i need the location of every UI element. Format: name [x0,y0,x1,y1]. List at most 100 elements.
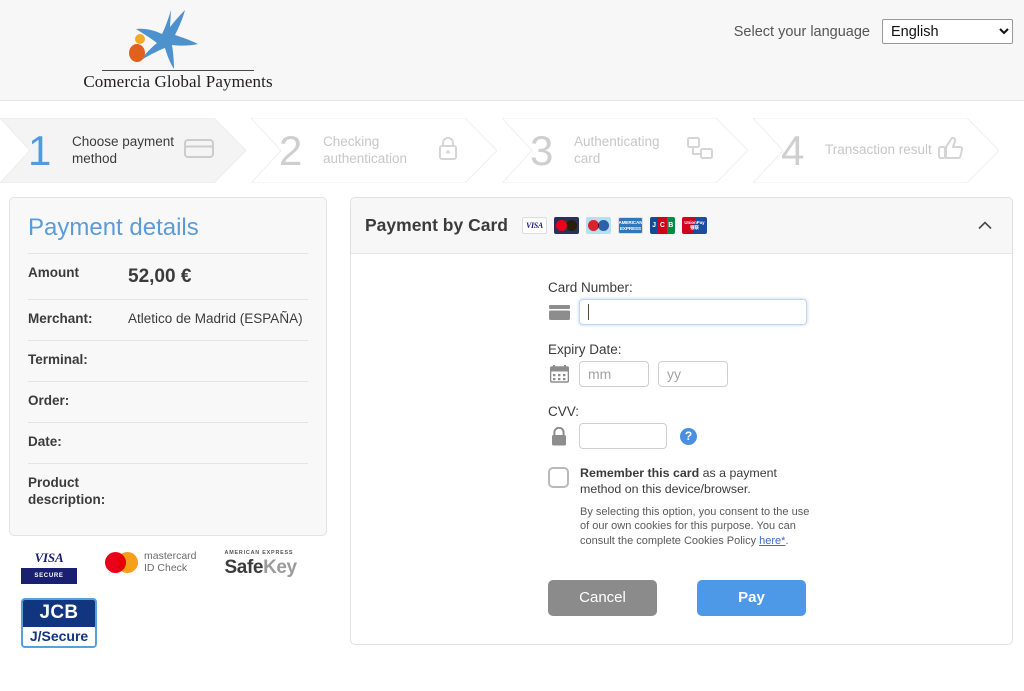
visa-icon: VISA [521,217,547,234]
safekey-amex-label: AMERICAN EXPRESS [224,550,294,557]
cvv-input[interactable] [579,423,667,449]
jcb-jsecure-badge: JCB J/Secure [21,598,97,649]
step-1-choose-payment-method: 1 Choose payment method [0,118,246,183]
cookies-policy-link[interactable]: here* [759,535,785,547]
jcb-wordmark: JCB [23,600,95,628]
step-3-authenticating-card: 3 Authenticating card [502,118,748,183]
logo-divider [102,70,254,71]
thumbs-up-icon [937,135,965,166]
text-cursor [588,304,589,320]
logo-wordmark: Comercia Global Payments [83,72,273,91]
expiry-month-input[interactable] [579,361,649,387]
mastercard-id-check-text: mastercard ID Check [144,550,197,575]
amex-safekey-badge: AMERICAN EXPRESS SafeKey [225,550,315,579]
security-badges: VISA SECURE mastercard ID Check AMERICAN… [9,536,327,649]
payment-by-card-panel: Payment by Card VISA AMERICAN EXPRESS J … [350,197,1013,645]
remember-card-checkbox[interactable] [548,467,569,488]
safekey-part-key: Key [263,557,297,579]
expiry-date-label: Expiry Date: [548,342,622,357]
step-2-number: 2 [279,126,303,174]
page-header: Comercia Global Payments Select your lan… [0,0,1024,101]
step-2-checking-authentication: 2 Checking authentication [251,118,497,183]
detail-key-amount: Amount [28,265,79,280]
visa-secure-badge: VISA SECURE [21,550,77,585]
detail-row-date: Date: [28,422,308,463]
language-select[interactable]: English [882,19,1013,44]
card-icon [548,304,570,320]
caixabank-star-icon [78,8,278,70]
step-3-label: Authenticating card [574,133,660,166]
step-3-number: 3 [530,126,554,174]
language-label: Select your language [733,23,870,40]
detail-key-merchant: Merchant: [28,311,93,327]
network-icon [686,135,714,166]
jsecure-wordmark: J/Secure [23,627,95,647]
detail-key-terminal: Terminal: [28,352,88,368]
remember-card-option: Remember this card as a payment method o… [548,466,809,549]
accepted-card-brands: VISA AMERICAN EXPRESS J C B UnionPay 银联 [521,217,974,234]
cookies-consent-text: By selecting this option, you consent to… [580,505,812,549]
mastercard-line2: ID Check [144,562,188,575]
amex-icon: AMERICAN EXPRESS [617,217,643,234]
step-1-number: 1 [28,126,52,174]
remember-card-strong: Remember this card [580,466,700,480]
detail-row-merchant: Merchant: Atletico de Madrid (ESPAÑA) [28,299,308,340]
maestro-icon [585,217,611,234]
amex-icon-label: AMERICAN EXPRESS [618,218,642,233]
mastercard-icon [553,217,579,234]
expiry-date-group: Expiry Date: [548,342,808,387]
mastercard-line1: mastercard [144,550,197,563]
detail-key-order: Order: [28,393,70,409]
cookies-consent-after: . [785,535,789,547]
unionpay-icon-label: UnionPay 银联 [684,219,705,230]
pay-button[interactable]: Pay [697,579,806,616]
brand-logo: Comercia Global Payments [78,8,278,92]
detail-key-date: Date: [28,434,62,450]
card-number-input[interactable] [579,299,807,325]
cvv-label: CVV: [548,404,580,419]
step-4-label: Transaction result [825,142,932,158]
main-content: Payment details Amount 52,00 € Merchant:… [0,197,1024,649]
payment-details-column: Payment details Amount 52,00 € Merchant:… [9,197,327,649]
remember-card-text: Remember this card as a payment method o… [580,466,806,498]
cvv-group: CVV: ? [548,404,808,449]
detail-value-merchant: Atletico de Madrid (ESPAÑA) [128,311,303,327]
safekey-wordmark: SafeKey [225,557,315,579]
credit-card-icon [184,137,214,164]
mastercard-id-check-badge: mastercard ID Check [105,550,197,575]
expiry-year-input[interactable] [658,361,728,387]
form-actions: Cancel Pay [548,579,808,616]
payment-details-card: Payment details Amount 52,00 € Merchant:… [9,197,327,537]
detail-value-amount: 52,00 € [128,266,192,287]
payment-form-body: Card Number: Expiry Date: mm yy CVV: ? R… [351,254,1012,644]
chevron-up-icon[interactable] [974,215,996,237]
detail-row-amount: Amount 52,00 € [28,253,308,299]
jcb-letter-c: C [658,217,667,234]
mastercard-circles-icon [105,551,138,573]
lock-icon [548,426,570,446]
jcb-letter-j: J [649,217,659,234]
language-selector: Select your language English [734,19,1013,44]
card-number-input-wrapper [579,299,807,325]
cvv-help-icon[interactable]: ? [680,427,697,445]
visa-secure-wordmark: VISA [34,550,64,566]
calendar-icon [548,365,570,383]
card-number-label: Card Number: [548,280,633,295]
jcb-letter-b: B [666,217,675,234]
jcb-icon: J C B [649,217,675,234]
visa-icon-label: VISA [525,221,543,230]
card-number-group: Card Number: [548,280,808,325]
safekey-part-safe: Safe [224,557,264,579]
step-4-number: 4 [781,126,805,174]
progress-stepper: 1 Choose payment method 2 Checking authe… [0,101,1024,197]
visa-secure-sub: SECURE [21,568,77,585]
payment-details-title: Payment details [28,214,199,241]
payment-by-card-title: Payment by Card [365,215,508,235]
payment-by-card-header[interactable]: Payment by Card VISA AMERICAN EXPRESS J … [351,198,1012,254]
detail-row-terminal: Terminal: [28,340,308,381]
unionpay-icon: UnionPay 银联 [681,217,707,234]
detail-row-product-description: Product description: [28,463,308,519]
step-1-label: Choose payment method [72,133,175,166]
detail-row-order: Order: [28,381,308,422]
cancel-button[interactable]: Cancel [548,579,657,616]
